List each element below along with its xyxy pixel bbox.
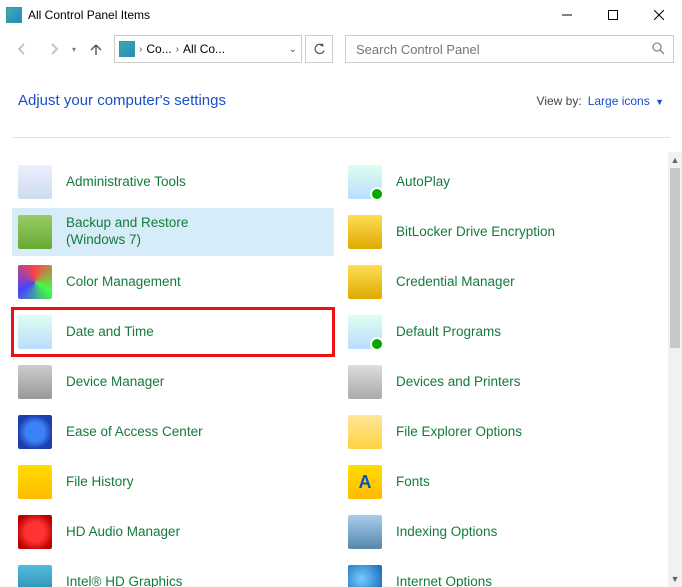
search-icon[interactable] <box>651 41 665 58</box>
back-button[interactable] <box>8 35 36 63</box>
history-dropdown-icon[interactable]: ▾ <box>72 45 76 54</box>
item-fonts-icon: A <box>348 465 382 499</box>
item-label: Backup and Restore (Windows 7) <box>66 215 236 249</box>
page-heading: Adjust your computer's settings <box>18 92 537 109</box>
item-bitlocker[interactable]: BitLocker Drive Encryption <box>342 208 664 256</box>
item-label: Date and Time <box>66 324 154 341</box>
chevron-down-icon: ▼ <box>655 97 664 107</box>
item-file-explorer-options-icon <box>348 415 382 449</box>
item-date-and-time[interactable]: Date and Time <box>12 308 334 356</box>
item-credential-manager-icon <box>348 265 382 299</box>
item-label: BitLocker Drive Encryption <box>396 224 555 241</box>
item-device-manager[interactable]: Device Manager <box>12 358 334 406</box>
window-title: All Control Panel Items <box>28 8 544 22</box>
titlebar: All Control Panel Items <box>0 0 682 30</box>
item-ease-of-access[interactable]: Ease of Access Center <box>12 408 334 456</box>
item-bitlocker-icon <box>348 215 382 249</box>
breadcrumb-sep-icon: › <box>139 44 142 55</box>
vertical-scrollbar[interactable]: ▲ ▼ <box>668 152 682 587</box>
view-mode-value: Large icons <box>588 94 650 108</box>
view-mode-dropdown[interactable]: Large icons ▼ <box>588 94 664 108</box>
scroll-down-button[interactable]: ▼ <box>668 571 682 587</box>
view-by-label: View by: <box>537 94 582 108</box>
refresh-button[interactable] <box>305 35 333 63</box>
item-devices-printers[interactable]: Devices and Printers <box>342 358 664 406</box>
item-date-and-time-icon <box>18 315 52 349</box>
item-label: File History <box>66 474 134 491</box>
item-device-manager-icon <box>18 365 52 399</box>
control-panel-icon <box>6 7 22 23</box>
navbar: ▾ › Co... › All Co... ⌄ <box>0 30 682 68</box>
item-administrative-tools-icon <box>18 165 52 199</box>
item-file-history[interactable]: File History <box>12 458 334 506</box>
item-indexing-options[interactable]: Indexing Options <box>342 508 664 556</box>
maximize-button[interactable] <box>590 0 636 30</box>
search-input[interactable] <box>354 41 651 58</box>
minimize-button[interactable] <box>544 0 590 30</box>
item-backup-restore[interactable]: Backup and Restore (Windows 7) <box>12 208 334 256</box>
search-box[interactable] <box>345 35 674 63</box>
item-intel-hd-graphics[interactable]: Intel® HD Graphics <box>12 558 334 587</box>
item-administrative-tools[interactable]: Administrative Tools <box>12 158 334 206</box>
item-color-management-icon <box>18 265 52 299</box>
close-button[interactable] <box>636 0 682 30</box>
item-label: Credential Manager <box>396 274 515 291</box>
item-label: Intel® HD Graphics <box>66 574 182 587</box>
item-label: Internet Options <box>396 574 492 587</box>
item-devices-printers-icon <box>348 365 382 399</box>
item-internet-options-icon <box>348 565 382 587</box>
item-file-explorer-options[interactable]: File Explorer Options <box>342 408 664 456</box>
item-label: Ease of Access Center <box>66 424 203 441</box>
item-label: AutoPlay <box>396 174 450 191</box>
item-ease-of-access-icon <box>18 415 52 449</box>
item-color-management[interactable]: Color Management <box>12 258 334 306</box>
item-fonts[interactable]: A Fonts <box>342 458 664 506</box>
breadcrumb-sep-icon: › <box>176 44 179 55</box>
items-grid: Administrative Tools AutoPlay Backup and R… <box>12 158 664 587</box>
item-label: File Explorer Options <box>396 424 522 441</box>
item-indexing-options-icon <box>348 515 382 549</box>
item-internet-options[interactable]: Internet Options <box>342 558 664 587</box>
item-label: Administrative Tools <box>66 174 186 191</box>
heading-row: Adjust your computer's settings View by:… <box>0 68 682 119</box>
scroll-thumb[interactable] <box>670 168 680 348</box>
breadcrumb-part[interactable]: Co... <box>146 42 171 56</box>
item-hd-audio-manager[interactable]: HD Audio Manager <box>12 508 334 556</box>
item-hd-audio-manager-icon <box>18 515 52 549</box>
breadcrumb-dropdown-icon[interactable]: ⌄ <box>289 44 297 55</box>
item-label: Indexing Options <box>396 524 497 541</box>
item-label: Color Management <box>66 274 181 291</box>
item-default-programs-icon <box>348 315 382 349</box>
item-label: Fonts <box>396 474 430 491</box>
item-backup-restore-icon <box>18 215 52 249</box>
address-bar[interactable]: › Co... › All Co... ⌄ <box>114 35 302 63</box>
items-area: Administrative Tools AutoPlay Backup and R… <box>0 152 668 587</box>
breadcrumb-part[interactable]: All Co... <box>183 42 225 56</box>
item-label: Devices and Printers <box>396 374 521 391</box>
item-intel-hd-graphics-icon <box>18 565 52 587</box>
item-credential-manager[interactable]: Credential Manager <box>342 258 664 306</box>
item-default-programs[interactable]: Default Programs <box>342 308 664 356</box>
divider <box>12 137 670 138</box>
address-icon <box>119 41 135 57</box>
item-label: Default Programs <box>396 324 501 341</box>
scroll-up-button[interactable]: ▲ <box>668 152 682 168</box>
item-label: Device Manager <box>66 374 164 391</box>
item-autoplay-icon <box>348 165 382 199</box>
item-file-history-icon <box>18 465 52 499</box>
item-label: HD Audio Manager <box>66 524 180 541</box>
up-button[interactable] <box>82 35 110 63</box>
forward-button[interactable] <box>40 35 68 63</box>
item-autoplay[interactable]: AutoPlay <box>342 158 664 206</box>
